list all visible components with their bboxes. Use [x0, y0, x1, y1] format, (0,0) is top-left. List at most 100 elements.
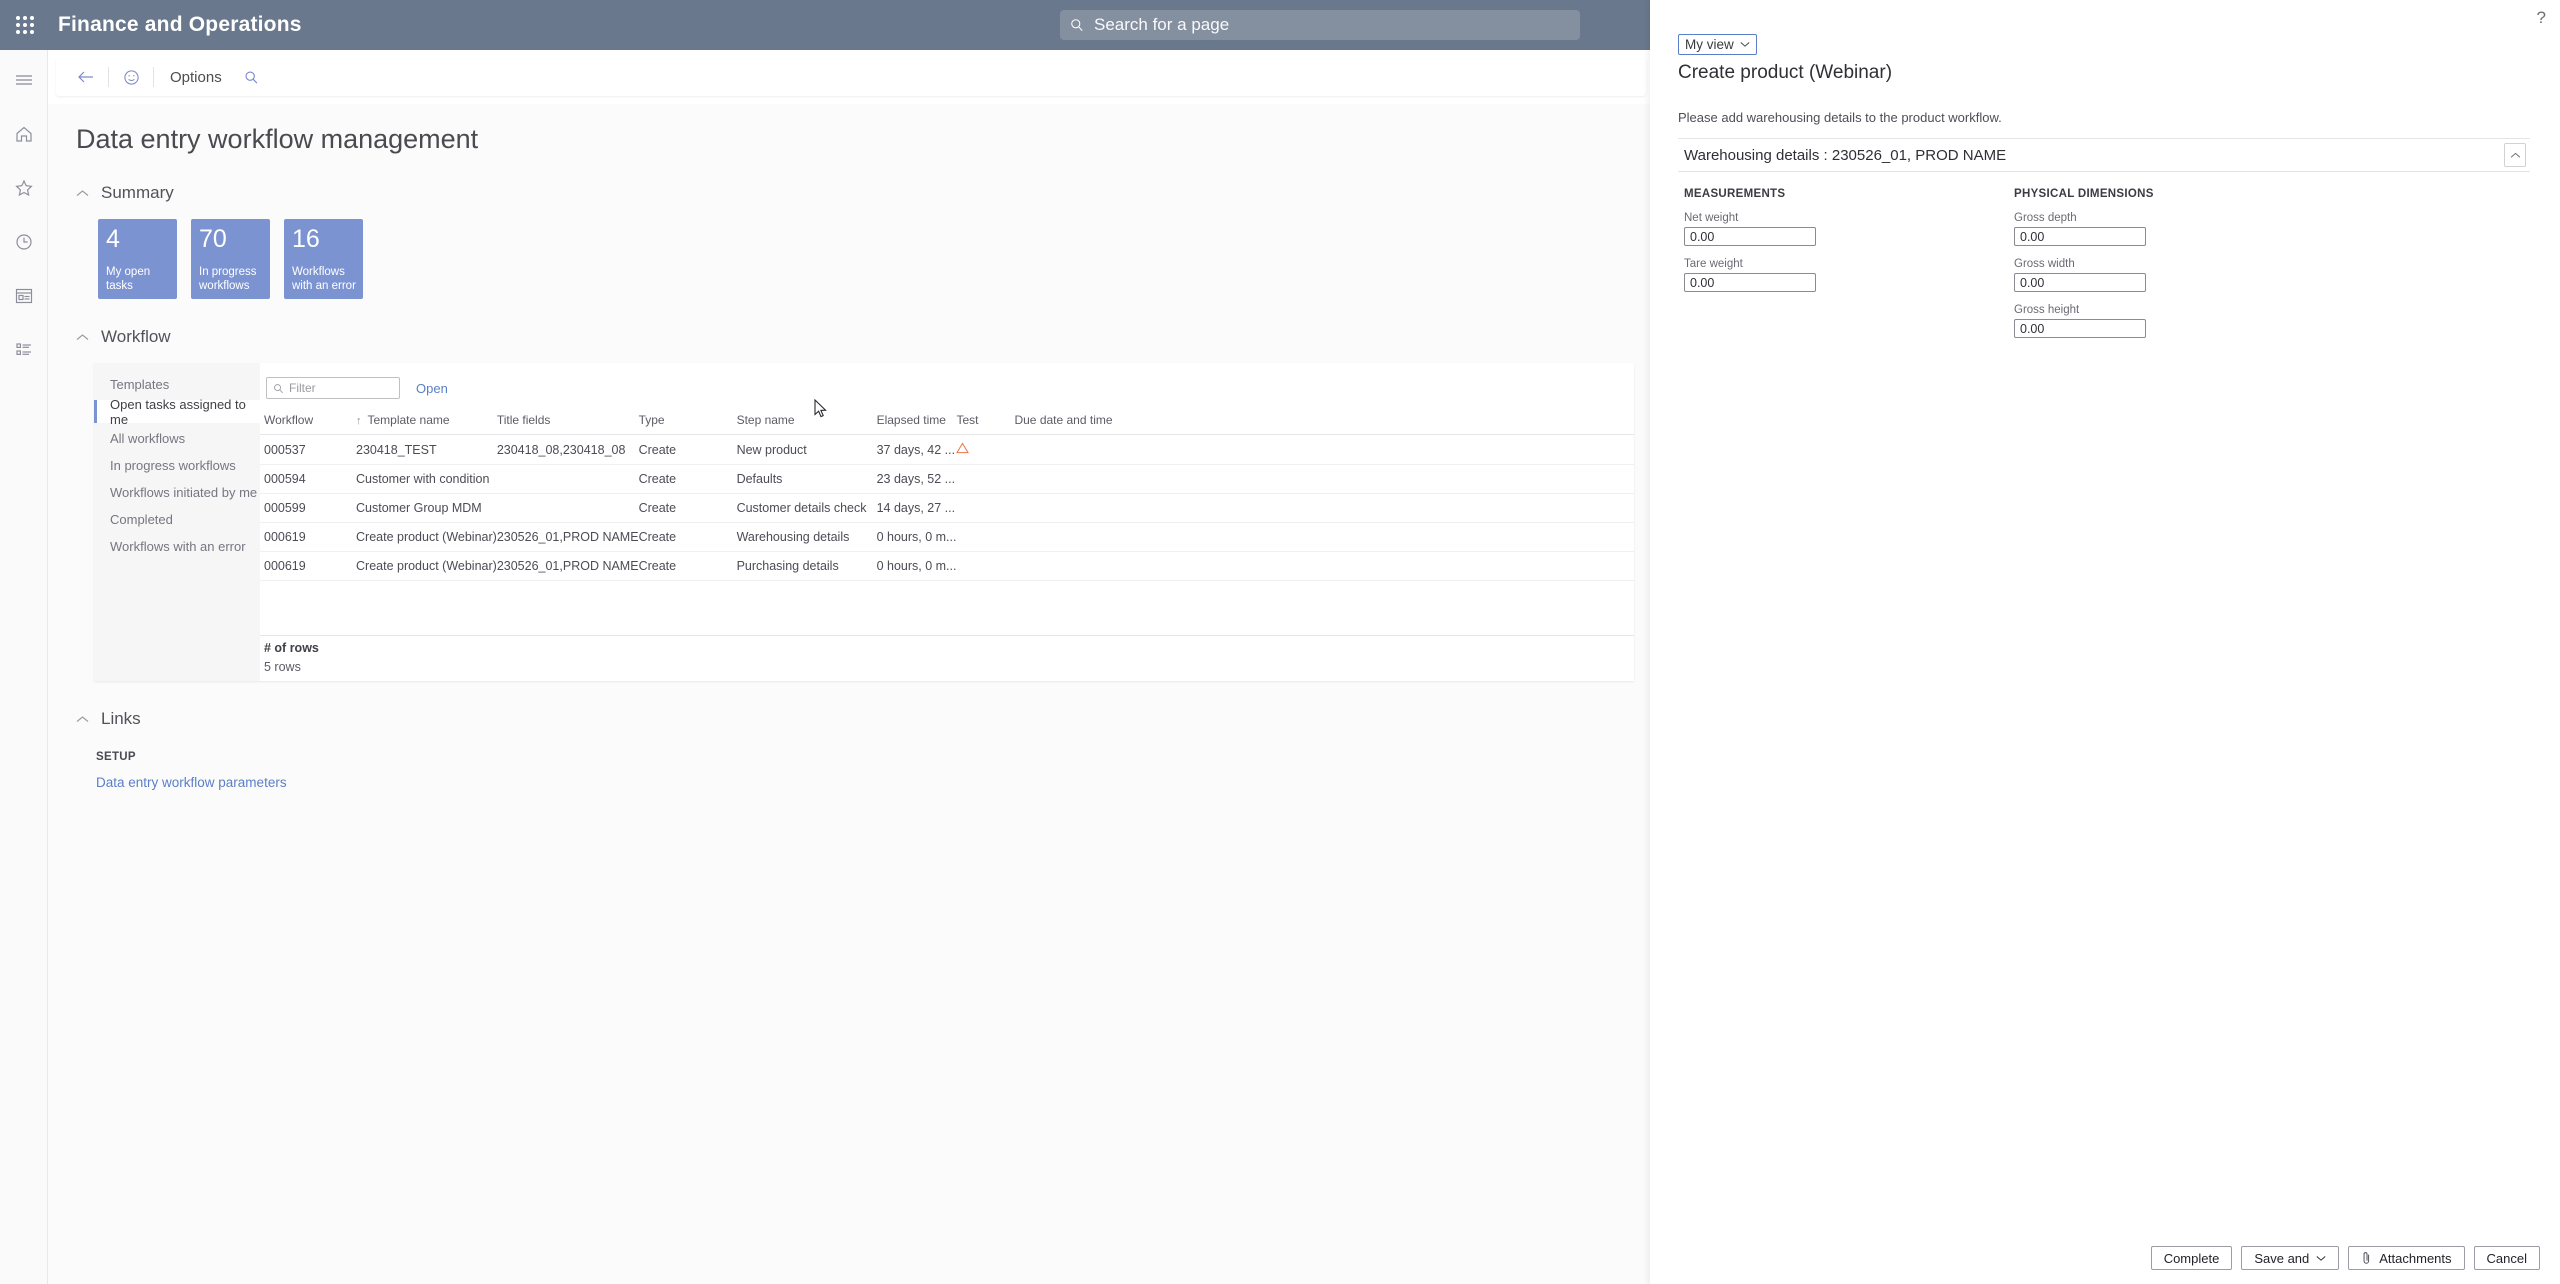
group-title-physical-dimensions: PHYSICAL DIMENSIONS	[2014, 188, 2338, 200]
field-label: Gross depth	[2014, 212, 2338, 224]
links-section-header[interactable]: Links	[76, 709, 1650, 729]
sidebar-item-completed[interactable]: Completed	[94, 508, 260, 531]
measurements-group: MEASUREMENTS Net weight Tare weight	[1678, 188, 2008, 338]
modules-list-icon[interactable]	[7, 334, 41, 366]
tile-my-open-tasks[interactable]: 4 My open tasks	[98, 219, 177, 299]
net-weight-input[interactable]	[1684, 227, 1816, 246]
workspace-icon[interactable]	[7, 280, 41, 312]
waffle-icon[interactable]	[0, 0, 50, 50]
cell-template-name: Create product (Webinar)	[356, 552, 497, 581]
link-data-entry-workflow-parameters[interactable]: Data entry workflow parameters	[96, 775, 1650, 790]
table-row[interactable]: 000537 230418_TEST 230418_08,230418_08 C…	[260, 435, 1634, 465]
gross-depth-input[interactable]	[2014, 227, 2146, 246]
hamburger-menu-icon[interactable]	[7, 64, 41, 96]
cell-elapsed-time: 0 hours, 0 m...	[877, 552, 957, 581]
cell-due-date	[1014, 494, 1634, 523]
cell-template-name: Customer Group MDM	[356, 494, 497, 523]
dialog-help-icon[interactable]: ?	[2537, 8, 2546, 28]
cell-due-date	[1014, 435, 1634, 465]
cell-elapsed-time: 0 hours, 0 m...	[877, 523, 957, 552]
workflow-section-header[interactable]: Workflow	[76, 327, 1650, 347]
nav-label: Templates	[110, 377, 169, 392]
links-section-label: Links	[101, 709, 141, 729]
cell-workflow: 000594	[260, 465, 356, 494]
col-label: Test	[956, 413, 978, 427]
col-title-fields[interactable]: Title fields	[497, 407, 639, 435]
paperclip-icon	[2361, 1251, 2372, 1265]
dialog-title: Create product (Webinar)	[1678, 62, 1892, 84]
chevron-up-icon[interactable]	[2504, 143, 2526, 167]
search-icon[interactable]	[234, 58, 270, 96]
summary-section-header[interactable]: Summary	[76, 183, 1650, 203]
dialog-instruction: Please add warehousing details to the pr…	[1678, 110, 2002, 125]
sidebar-item-workflows-with-an-error[interactable]: Workflows with an error	[94, 535, 260, 558]
sidebar-item-in-progress-workflows[interactable]: In progress workflows	[94, 454, 260, 477]
gross-width-input[interactable]	[2014, 273, 2146, 292]
tile-in-progress-workflows[interactable]: 70 In progress workflows	[191, 219, 270, 299]
table-row[interactable]: 000619 Create product (Webinar) 230526_0…	[260, 552, 1634, 581]
col-label: Type	[639, 413, 665, 427]
table-row[interactable]: 000619 Create product (Webinar) 230526_0…	[260, 523, 1634, 552]
field-label: Net weight	[1684, 212, 2008, 224]
gross-height-input[interactable]	[2014, 319, 2146, 338]
smiley-face-icon[interactable]	[113, 58, 149, 96]
field-label: Tare weight	[1684, 258, 2008, 270]
summary-section-label: Summary	[101, 183, 174, 203]
page-content: Data entry workflow management Summary 4…	[48, 104, 1650, 1284]
cell-type: Create	[639, 435, 737, 465]
cell-step-name: Defaults	[737, 465, 877, 494]
section-header: Warehousing details : 230526_01, PROD NA…	[1678, 138, 2530, 172]
tare-weight-input[interactable]	[1684, 273, 1816, 292]
tile-label: My open tasks	[106, 266, 171, 293]
col-elapsed-time[interactable]: Elapsed time	[877, 407, 957, 435]
global-search-input[interactable]: Search for a page	[1060, 10, 1580, 40]
complete-button[interactable]: Complete	[2151, 1246, 2233, 1270]
cell-template-name: Create product (Webinar)	[356, 523, 497, 552]
view-selector[interactable]: My view	[1678, 34, 1757, 55]
attachments-button[interactable]: Attachments	[2348, 1246, 2464, 1270]
nav-label: Open tasks assigned to me	[110, 397, 260, 427]
cancel-button[interactable]: Cancel	[2474, 1246, 2540, 1270]
sidebar-item-templates[interactable]: Templates	[94, 373, 260, 396]
sidebar-item-open-tasks-assigned-to-me[interactable]: Open tasks assigned to me	[94, 400, 260, 423]
workflow-table: Workflow ↑Template name Title fields Typ…	[260, 407, 1634, 581]
col-step-name[interactable]: Step name	[737, 407, 877, 435]
warning-triangle-icon	[956, 442, 969, 457]
field-gross-height: Gross height	[2014, 304, 2338, 338]
options-button[interactable]: Options	[158, 69, 234, 86]
workflow-panel: Templates Open tasks assigned to me All …	[94, 363, 1634, 681]
sidebar-item-all-workflows[interactable]: All workflows	[94, 427, 260, 450]
col-type[interactable]: Type	[639, 407, 737, 435]
clock-icon[interactable]	[7, 226, 41, 258]
cell-title-fields	[497, 465, 639, 494]
col-test[interactable]: Test	[956, 407, 1014, 435]
col-workflow[interactable]: Workflow	[260, 407, 356, 435]
col-label: Due date and time	[1014, 413, 1112, 427]
cell-workflow: 000619	[260, 552, 356, 581]
tile-workflows-with-an-error[interactable]: 16 Workflows with an error	[284, 219, 363, 299]
tile-value: 4	[106, 225, 169, 254]
col-template-name[interactable]: ↑Template name	[356, 407, 497, 435]
open-button[interactable]: Open	[416, 381, 448, 396]
global-search-placeholder: Search for a page	[1094, 15, 1229, 35]
left-nav-rail	[0, 50, 48, 1284]
star-icon[interactable]	[7, 172, 41, 204]
app-title: Finance and Operations	[58, 13, 302, 37]
back-arrow-icon[interactable]	[68, 58, 104, 96]
filter-input[interactable]: Filter	[266, 377, 400, 399]
cell-test	[956, 465, 1014, 494]
table-row[interactable]: 000599 Customer Group MDM Create Custome…	[260, 494, 1634, 523]
cell-test	[956, 435, 1014, 465]
home-icon[interactable]	[7, 118, 41, 150]
cell-step-name: Purchasing details	[737, 552, 877, 581]
search-icon	[1070, 18, 1084, 32]
sidebar-item-workflows-initiated-by-me[interactable]: Workflows initiated by me	[94, 481, 260, 504]
field-net-weight: Net weight	[1684, 212, 2008, 246]
cell-type: Create	[639, 523, 737, 552]
chevron-up-icon	[76, 712, 89, 727]
col-due-date-and-time[interactable]: Due date and time	[1014, 407, 1634, 435]
cell-workflow: 000619	[260, 523, 356, 552]
table-row[interactable]: 000594 Customer with condition Create De…	[260, 465, 1634, 494]
save-and-button[interactable]: Save and	[2241, 1246, 2339, 1270]
table-header-row: Workflow ↑Template name Title fields Typ…	[260, 407, 1634, 435]
